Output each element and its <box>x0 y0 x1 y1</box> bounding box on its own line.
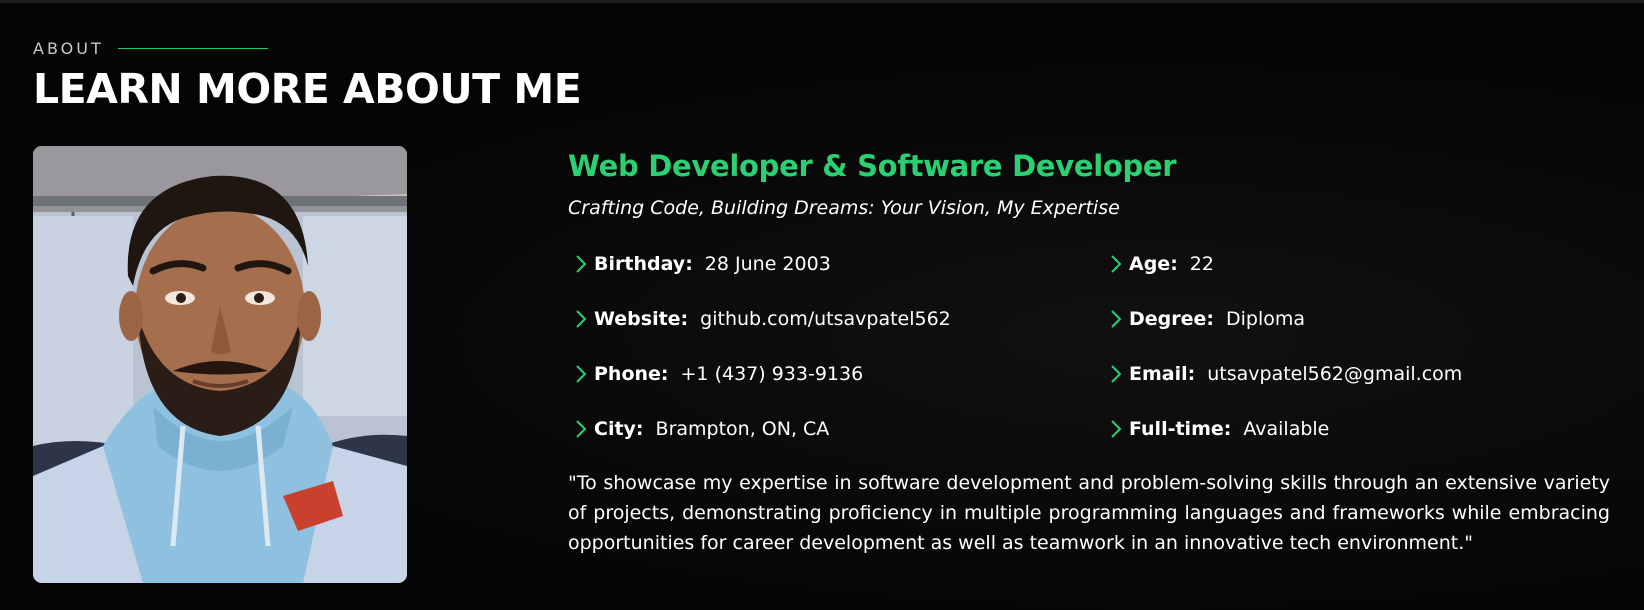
detail-value: 28 June 2003 <box>704 252 831 275</box>
about-section: ABOUT LEARN MORE ABOUT ME Web Developer … <box>0 0 1644 610</box>
chevron-right-icon <box>576 309 587 328</box>
detail-city: City: Brampton, ON, CA <box>568 401 1103 456</box>
detail-value: Diploma <box>1226 307 1306 330</box>
details-grid: Birthday: 28 June 2003 Age: 22 Website: … <box>568 236 1610 456</box>
detail-label: City: <box>594 417 644 440</box>
detail-degree: Degree: Diploma <box>1103 291 1610 346</box>
about-content: Web Developer & Software Developer Craft… <box>568 146 1610 577</box>
chevron-right-icon <box>576 364 587 383</box>
section-divider-line <box>117 48 268 49</box>
detail-value: 22 <box>1189 252 1214 275</box>
chevron-right-icon <box>1111 254 1122 273</box>
section-title: LEARN MORE ABOUT ME <box>33 65 582 113</box>
detail-label: Email: <box>1129 362 1196 385</box>
detail-label: Phone: <box>594 362 669 385</box>
detail-value: Brampton, ON, CA <box>655 417 830 440</box>
role-title: Web Developer & Software Developer <box>568 149 1177 183</box>
profile-photo <box>33 146 407 583</box>
detail-age: Age: 22 <box>1103 236 1610 291</box>
detail-label: Age: <box>1129 252 1178 275</box>
detail-label: Birthday: <box>594 252 693 275</box>
detail-value: utsavpatel562@gmail.com <box>1207 362 1463 385</box>
detail-birthday: Birthday: 28 June 2003 <box>568 236 1103 291</box>
tagline: Crafting Code, Building Dreams: Your Vis… <box>568 197 1120 219</box>
detail-label: Degree: <box>1129 307 1214 330</box>
chevron-right-icon <box>1111 309 1122 328</box>
chevron-right-icon <box>576 419 587 438</box>
detail-website: Website: github.com/utsavpatel562 <box>568 291 1103 346</box>
detail-full-time: Full-time: Available <box>1103 401 1610 456</box>
detail-value: +1 (437) 933-9136 <box>680 362 864 385</box>
website-link[interactable]: github.com/utsavpatel562 <box>700 308 951 330</box>
detail-label: Website: <box>594 307 689 330</box>
section-label-row: ABOUT <box>33 39 268 58</box>
objective-text: "To showcase my expertise in software de… <box>568 472 1610 554</box>
section-label: ABOUT <box>33 39 104 58</box>
detail-value: Available <box>1243 417 1330 440</box>
detail-email: Email: utsavpatel562@gmail.com <box>1103 346 1610 401</box>
chevron-right-icon <box>576 254 587 273</box>
detail-phone: Phone: +1 (437) 933-9136 <box>568 346 1103 401</box>
chevron-right-icon <box>1111 419 1122 438</box>
detail-label: Full-time: <box>1129 417 1232 440</box>
chevron-right-icon <box>1111 364 1122 383</box>
